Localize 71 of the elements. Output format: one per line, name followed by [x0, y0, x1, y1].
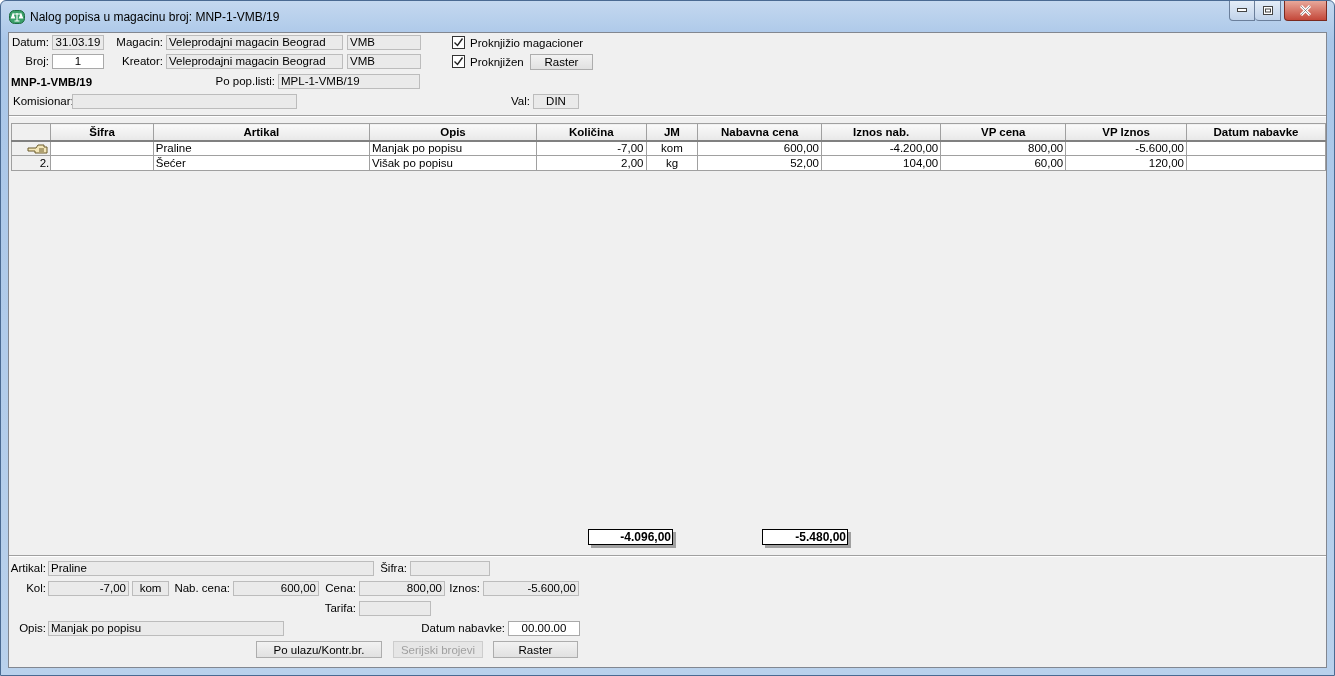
field-label: Tarifa: — [323, 601, 356, 616]
table-cell: -5.600,00 — [1065, 140, 1187, 156]
creator-field[interactable]: Veleprodajni magacin Beograd — [166, 54, 343, 69]
scales-icon — [9, 8, 25, 25]
tariff-field[interactable] — [359, 601, 431, 616]
field-label: Iznos: — [448, 581, 480, 596]
table-cell: Manjak po popisu — [369, 140, 537, 156]
action-button[interactable]: Po ulazu/Kontr.br. — [256, 641, 382, 658]
table-cell: -4.200,00 — [821, 140, 941, 156]
column-header[interactable]: VP cena — [940, 123, 1066, 141]
date-field[interactable]: 00.00.00 — [508, 621, 580, 636]
window-title: Nalog popisa u magacinu broj: MNP-1-VMB/19 — [30, 9, 280, 24]
table-cell: kom — [646, 140, 698, 156]
column-header[interactable]: Opis — [369, 123, 537, 141]
field-label: Komisionar: — [12, 94, 72, 109]
checkbox-label: Proknjižen — [470, 55, 525, 68]
raster-button[interactable]: Raster — [530, 53, 593, 70]
date-field[interactable]: 31.03.19 — [52, 35, 104, 50]
column-header[interactable]: VP Iznos — [1065, 123, 1187, 141]
checkbox-label: Proknjižio magacioner — [470, 36, 584, 49]
table-cell: Praline — [153, 140, 370, 156]
number-field[interactable]: 1 — [52, 54, 104, 69]
column-header[interactable]: Artikal — [153, 123, 370, 141]
field-label: Po pop.listi: — [214, 74, 275, 89]
checkbox[interactable] — [452, 36, 465, 49]
list-field[interactable]: MPL-1-VMB/19 — [278, 74, 420, 89]
field-label: Val: — [510, 94, 530, 109]
price-field[interactable]: 800,00 — [359, 581, 445, 596]
total-value: -5.480,00 — [762, 529, 848, 545]
table-cell: 800,00 — [940, 140, 1066, 156]
currency-field[interactable]: DIN — [533, 94, 579, 109]
code-field[interactable] — [410, 561, 490, 576]
document-number: MNP-1-VMB/19 — [10, 75, 94, 88]
column-header[interactable]: Šifra — [50, 123, 154, 141]
column-header[interactable]: JM — [646, 123, 698, 141]
close-icon — [1299, 5, 1312, 16]
cost-field[interactable]: 600,00 — [233, 581, 319, 596]
field-label: Broj: — [24, 54, 49, 69]
table-cell: -7,00 — [536, 140, 646, 156]
checkbox[interactable] — [452, 55, 465, 68]
field-label: Cena: — [324, 581, 356, 596]
code-field[interactable]: VMB — [347, 54, 421, 69]
action-button[interactable]: Raster — [493, 641, 578, 658]
maximize-button[interactable] — [1255, 1, 1281, 21]
field-label: Nab. cena: — [173, 581, 230, 596]
minimize-button[interactable] — [1229, 1, 1255, 21]
maximize-icon — [1262, 6, 1273, 15]
quantity-field[interactable]: -7,00 — [48, 581, 129, 596]
field-label: Šifra: — [379, 561, 407, 576]
table-cell: 600,00 — [697, 140, 822, 156]
field-label: Datum nabavke: — [420, 621, 505, 636]
close-button[interactable] — [1284, 1, 1327, 21]
field-label: Kreator: — [121, 54, 163, 69]
field-label: Artikal: — [9, 561, 46, 576]
description-field[interactable]: Manjak po popisu — [48, 621, 284, 636]
field-label: Magacin: — [115, 35, 163, 50]
total-value: -4.096,00 — [588, 529, 673, 545]
column-header[interactable]: Datum nabavke — [1186, 123, 1326, 141]
unit-field[interactable]: kom — [132, 581, 169, 596]
article-field[interactable]: Praline — [48, 561, 374, 576]
field-label: Opis: — [18, 621, 46, 636]
warehouse-field[interactable]: Veleprodajni magacin Beograd — [166, 35, 343, 50]
minimize-icon — [1237, 8, 1247, 13]
column-header[interactable]: Količina — [536, 123, 646, 141]
amount-field[interactable]: -5.600,00 — [483, 581, 579, 596]
code-field[interactable]: VMB — [347, 35, 421, 50]
column-header[interactable]: Nabavna cena — [697, 123, 822, 141]
commission-field[interactable] — [72, 94, 297, 109]
field-label: Kol: — [25, 581, 46, 596]
column-header[interactable]: Iznos nab. — [821, 123, 941, 141]
field-label: Datum: — [10, 35, 49, 50]
